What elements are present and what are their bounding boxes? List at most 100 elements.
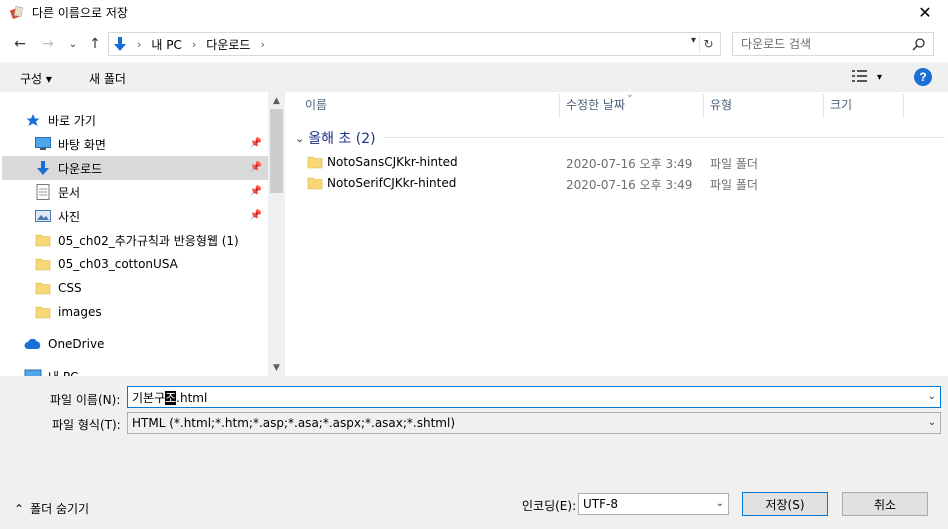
pc-icon (24, 367, 42, 376)
up-button[interactable]: ↑ (85, 34, 105, 54)
sidebar-item-quick-access[interactable]: 바로 가기 (24, 108, 268, 132)
filename-prefix: 기본구 (132, 390, 166, 405)
column-divider[interactable] (703, 94, 704, 118)
sidebar-item-folder[interactable]: 05_ch02_추가규칙과 반응형웹 (1) (2, 228, 268, 252)
address-dropdown-icon[interactable]: ▾ (691, 35, 696, 46)
pictures-icon (34, 207, 52, 225)
breadcrumb-separator[interactable]: › (131, 38, 147, 51)
pin-icon[interactable]: 📌 (250, 162, 262, 173)
close-button[interactable]: ✕ (902, 0, 948, 24)
breadcrumb-separator[interactable]: › (254, 38, 270, 51)
folder-icon (307, 176, 323, 193)
column-divider[interactable] (823, 94, 824, 118)
filename-input[interactable]: 기본구조.html ⌄ (127, 386, 941, 408)
file-name: NotoSerifCJKkr-hinted (327, 176, 457, 190)
folder-icon (307, 155, 323, 172)
recent-locations-button[interactable]: ⌄ (63, 34, 83, 54)
view-options-icon[interactable] (852, 69, 870, 86)
scroll-up-icon[interactable]: ▲ (268, 92, 285, 109)
filename-label: 파일 이름(N): (50, 393, 121, 407)
sidebar-item-label: 사진 (58, 209, 81, 224)
sidebar-item-label: 05_ch03_cottonUSA (58, 257, 178, 271)
window-title: 다른 이름으로 저장 (32, 6, 128, 20)
column-header-date[interactable]: 수정한 날짜 (566, 92, 625, 116)
cancel-button[interactable]: 취소 (842, 492, 928, 516)
title-bar: 다른 이름으로 저장 ✕ (0, 0, 948, 24)
file-type: 파일 폴더 (710, 178, 758, 192)
group-divider (385, 137, 945, 138)
filetype-label: 파일 형식(T): (52, 418, 121, 432)
sidebar-item-folder[interactable]: 05_ch03_cottonUSA (2, 252, 268, 276)
navigation-pane: 바로 가기 바탕 화면 📌 다운로드 📌 문서 📌 사진 📌 05_ch02_추… (0, 92, 268, 376)
column-divider[interactable] (559, 94, 560, 118)
star-icon (24, 111, 42, 129)
chevron-down-icon[interactable]: ⌄ (716, 498, 724, 509)
encoding-select[interactable]: UTF-8 ⌄ (578, 493, 729, 515)
encoding-value: UTF-8 (583, 497, 618, 511)
view-dropdown-icon[interactable]: ▾ (877, 72, 882, 83)
column-header-type[interactable]: 유형 (710, 92, 732, 116)
group-label: 올해 초 (2) (308, 131, 376, 147)
sidebar-item-pictures[interactable]: 사진 📌 (2, 204, 268, 228)
hide-folders-button[interactable]: ⌃ 폴더 숨기기 (14, 500, 89, 517)
filetype-select[interactable]: HTML (*.html;*.htm;*.asp;*.asa;*.aspx;*.… (127, 412, 941, 434)
sidebar-item-documents[interactable]: 문서 📌 (2, 180, 268, 204)
sidebar-item-my-pc[interactable]: 내 PC (2, 364, 268, 376)
sidebar-item-folder[interactable]: images (2, 300, 268, 324)
breadcrumb-downloads[interactable]: 다운로드 (202, 36, 254, 53)
download-icon (109, 33, 131, 55)
folder-icon (34, 303, 52, 321)
search-icon[interactable] (912, 37, 926, 54)
help-button[interactable]: ? (914, 68, 932, 86)
refresh-button[interactable]: ↻ (699, 35, 717, 53)
sidebar-item-onedrive[interactable]: OneDrive (2, 332, 268, 356)
file-name: NotoSansCJKkr-hinted (327, 155, 458, 169)
forward-button[interactable]: → (38, 34, 58, 54)
scroll-down-icon[interactable]: ▼ (268, 359, 285, 376)
file-list: 이름 ⌄ 수정한 날짜 유형 크기 ⌄ 올해 초 (2) NotoSansCJK… (285, 90, 948, 376)
sidebar-item-label: images (58, 305, 102, 319)
search-input[interactable] (733, 33, 903, 55)
breadcrumb-my-pc[interactable]: 내 PC (147, 36, 185, 53)
encoding-label: 인코딩(E): (522, 499, 577, 513)
sidebar-item-label: 바로 가기 (48, 113, 96, 128)
sidebar-item-label: 다운로드 (58, 161, 103, 176)
chevron-down-icon[interactable]: ⌄ (928, 391, 936, 402)
sidebar-item-label: OneDrive (48, 337, 105, 351)
folder-icon (34, 231, 52, 249)
file-row[interactable]: NotoSansCJKkr-hinted 2020-07-16 오후 3:49 … (305, 151, 945, 173)
navigation-scrollbar[interactable]: ▲ ▼ (268, 92, 285, 376)
back-button[interactable]: ← (10, 34, 30, 54)
breadcrumb-separator[interactable]: › (186, 38, 202, 51)
folder-icon (34, 279, 52, 297)
chevron-up-icon: ⌃ (14, 501, 25, 516)
column-header-name[interactable]: 이름 (305, 92, 327, 116)
hide-folders-label: 폴더 숨기기 (30, 502, 90, 516)
pin-icon[interactable]: 📌 (250, 186, 262, 197)
sidebar-item-downloads[interactable]: 다운로드 📌 (2, 156, 268, 180)
chevron-down-icon[interactable]: ⌄ (295, 132, 304, 145)
download-icon (34, 159, 52, 177)
new-folder-button[interactable]: 새 폴더 (89, 70, 126, 87)
pin-icon[interactable]: 📌 (250, 210, 262, 221)
search-box[interactable] (732, 32, 934, 56)
app-icon (9, 4, 25, 20)
group-header[interactable]: ⌄ 올해 초 (2) (295, 128, 376, 148)
address-bar[interactable]: › 내 PC › 다운로드 › ▾ ↻ (108, 32, 721, 56)
sidebar-item-label: 바탕 화면 (58, 137, 106, 152)
sidebar-item-folder[interactable]: CSS (2, 276, 268, 300)
chevron-down-icon[interactable]: ⌄ (928, 417, 936, 428)
file-date: 2020-07-16 오후 3:49 (566, 157, 693, 171)
file-date: 2020-07-16 오후 3:49 (566, 178, 693, 192)
command-bar: 구성 ▾ 새 폴더 ▾ ? (0, 62, 948, 92)
pin-icon[interactable]: 📌 (250, 138, 262, 149)
organize-button[interactable]: 구성 ▾ (20, 70, 52, 87)
save-button[interactable]: 저장(S) (742, 492, 828, 516)
sidebar-item-desktop[interactable]: 바탕 화면 📌 (2, 132, 268, 156)
column-header-size[interactable]: 크기 (830, 92, 852, 116)
scrollbar-thumb[interactable] (270, 109, 283, 193)
file-row[interactable]: NotoSerifCJKkr-hinted 2020-07-16 오후 3:49… (305, 172, 945, 194)
column-divider[interactable] (903, 94, 904, 118)
filetype-value: HTML (*.html;*.htm;*.asp;*.asa;*.aspx;*.… (132, 416, 456, 430)
cloud-icon (24, 335, 42, 353)
